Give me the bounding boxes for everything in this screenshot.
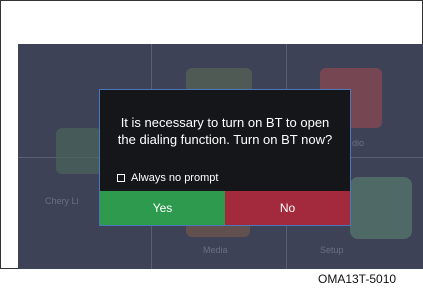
no-button[interactable]: No xyxy=(225,191,350,225)
frame-left-border xyxy=(0,0,1,269)
always-no-prompt-checkbox[interactable] xyxy=(117,174,125,182)
dialog-message: It is necessary to turn on BT to open th… xyxy=(100,114,350,148)
media-tile-label: Media xyxy=(203,245,228,255)
setup-gear-icon[interactable] xyxy=(350,177,412,239)
always-no-prompt-label: Always no prompt xyxy=(131,172,219,184)
phone-tile-icon[interactable] xyxy=(56,128,102,174)
radio-tile-label: dio xyxy=(352,138,365,148)
figure-caption: OMA13T-5010 xyxy=(318,272,397,286)
setup-tile-label: Setup xyxy=(320,245,344,255)
always-no-prompt-row[interactable]: Always no prompt xyxy=(117,172,218,184)
phone-tile-label: Chery Li xyxy=(45,196,79,206)
dialog-message-line-1: It is necessary to turn on BT to open xyxy=(120,115,330,130)
dialog-message-line-2: the dialing function. Turn on BT now? xyxy=(117,132,333,147)
frame-top-border xyxy=(0,0,423,18)
bluetooth-prompt-dialog: It is necessary to turn on BT to open th… xyxy=(99,89,351,226)
yes-button[interactable]: Yes xyxy=(100,191,225,225)
